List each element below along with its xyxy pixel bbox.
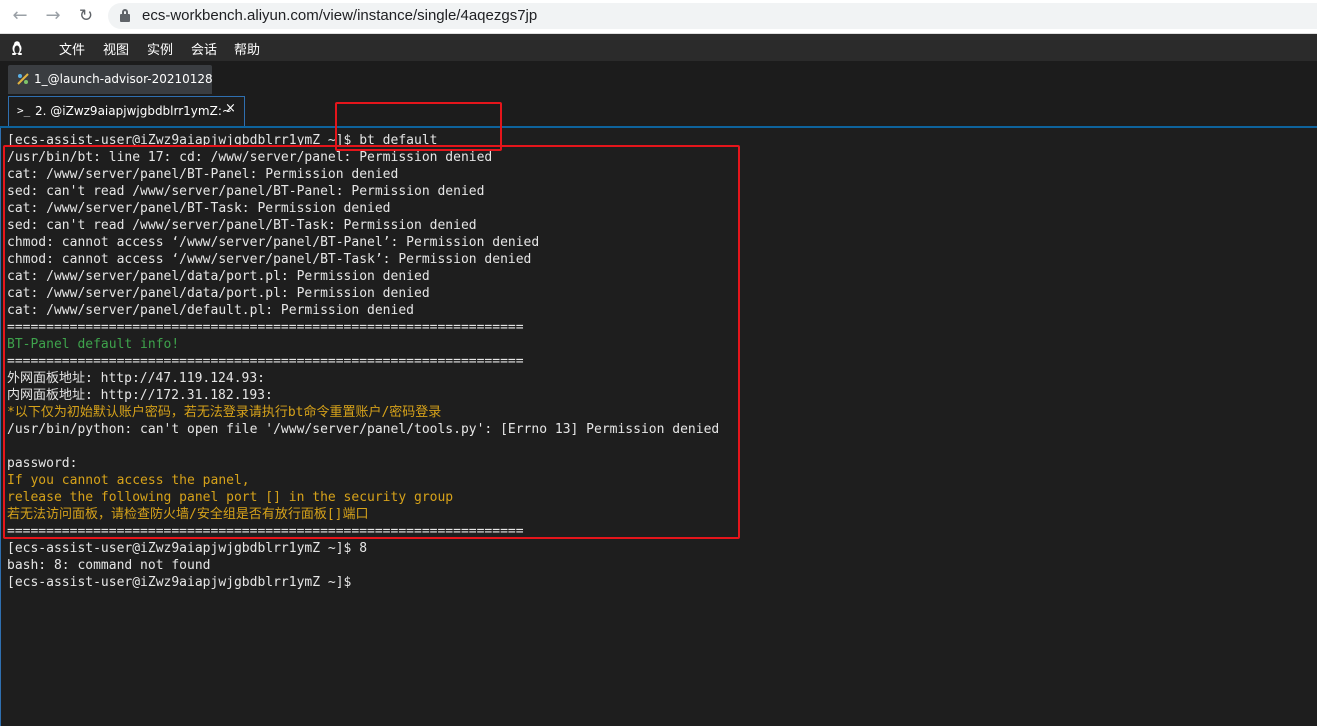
close-icon[interactable]: × <box>225 101 236 116</box>
menu-help[interactable]: 帮助 <box>234 39 260 58</box>
terminal-line: bash: 8: command not found <box>7 558 211 573</box>
terminal-tab-strip: >_ 2. @iZwz9aiapjwjgbdblrr1ymZ:~ × <box>0 95 1317 128</box>
tab-terminal[interactable]: >_ 2. @iZwz9aiapjwjgbdblrr1ymZ:~ × <box>8 96 245 126</box>
arrow-right-icon[interactable]: → <box>42 5 64 27</box>
menu-view[interactable]: 视图 <box>103 39 129 58</box>
arrow-left-icon[interactable]: ← <box>9 5 31 27</box>
menu-instance[interactable]: 实例 <box>147 39 173 58</box>
session-icon <box>17 73 29 85</box>
annotation-box-command <box>335 102 502 151</box>
terminal-line: [ecs-assist-user@iZwz9aiapjwjgbdblrr1ymZ… <box>7 575 352 590</box>
terminal-prompt-icon: >_ <box>17 104 31 117</box>
tab-session-label: 1_@launch-advisor-20210128 <box>34 72 213 86</box>
url-text[interactable]: ecs-workbench.aliyun.com/view/instance/s… <box>142 7 537 24</box>
terminal-line: [ecs-assist-user@iZwz9aiapjwjgbdblrr1ymZ… <box>7 541 368 556</box>
reload-icon[interactable]: ↻ <box>75 5 97 27</box>
annotation-box-output <box>3 145 740 539</box>
session-tab-strip: 1_@launch-advisor-20210128 <box>0 61 1317 95</box>
tab-terminal-label: 2. @iZwz9aiapjwjgbdblrr1ymZ:~ <box>35 104 232 118</box>
address-bar[interactable]: ecs-workbench.aliyun.com/view/instance/s… <box>108 3 1317 29</box>
tab-session[interactable]: 1_@launch-advisor-20210128 <box>8 65 213 94</box>
menu-file[interactable]: 文件 <box>59 39 85 58</box>
browser-toolbar: ← → ↻ ecs-workbench.aliyun.com/view/inst… <box>0 0 1317 34</box>
app-menu-bar: 文件 视图 实例 会话 帮助 <box>0 34 1317 61</box>
linux-penguin-icon <box>12 41 22 55</box>
lock-icon[interactable] <box>120 9 130 22</box>
menu-session[interactable]: 会话 <box>191 39 217 58</box>
